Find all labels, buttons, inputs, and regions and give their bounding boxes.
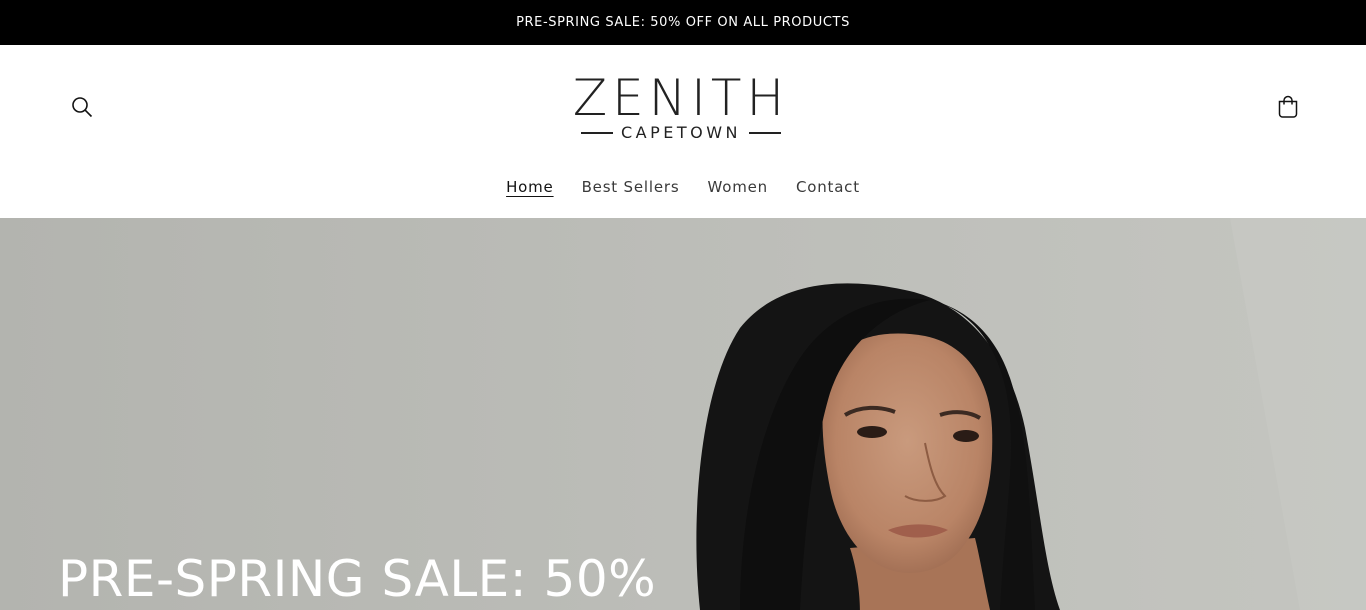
logo-location: CAPETOWN (620, 123, 742, 142)
main-nav: Home Best Sellers Women Contact (0, 173, 1366, 201)
nav-item-home[interactable]: Home (506, 173, 554, 201)
hero-title: PRE-SPRING SALE: 50% (58, 550, 657, 608)
cart-button[interactable] (1268, 87, 1308, 127)
hero-banner[interactable]: PRE-SPRING SALE: 50% (0, 218, 1366, 610)
search-icon (72, 97, 93, 118)
site-header: ZENITH CAPETOWN Home Best Sellers Women … (0, 45, 1366, 218)
announcement-bar: PRE-SPRING SALE: 50% OFF ON ALL PRODUCTS (0, 0, 1366, 45)
logo-rule-left (580, 132, 613, 134)
nav-item-contact[interactable]: Contact (796, 173, 860, 201)
site-logo[interactable]: ZENITH CAPETOWN (563, 72, 799, 142)
search-button[interactable] (62, 87, 102, 127)
nav-item-women[interactable]: Women (707, 173, 767, 201)
logo-rule-right (749, 132, 782, 134)
cart-icon (1278, 95, 1298, 118)
nav-item-best-sellers[interactable]: Best Sellers (582, 173, 680, 201)
announcement-text: PRE-SPRING SALE: 50% OFF ON ALL PRODUCTS (516, 15, 850, 30)
logo-name: ZENITH (572, 69, 790, 127)
logo-subline: CAPETOWN (580, 123, 782, 142)
